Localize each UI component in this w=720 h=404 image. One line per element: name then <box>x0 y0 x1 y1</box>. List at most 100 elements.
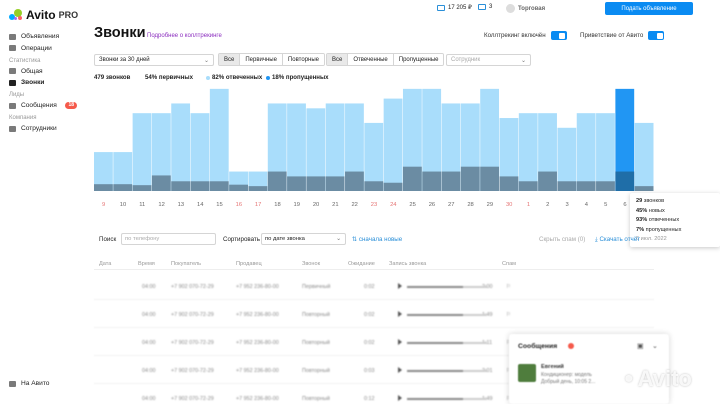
x-tick-label: 10 <box>120 202 126 208</box>
on-avito-label: На Авито <box>21 380 50 387</box>
phone-search-input[interactable]: по телефону <box>121 233 216 245</box>
segment-option[interactable]: Отвеченные <box>348 54 394 65</box>
notifications-widget[interactable]: 3 <box>478 4 492 10</box>
sort-select[interactable]: по дате звонка ⌄ <box>261 233 346 245</box>
bar-primary-calls <box>132 185 152 191</box>
avito-pro-logo[interactable]: Avito PRO <box>9 8 78 22</box>
play-icon[interactable] <box>398 311 402 317</box>
bar-total-calls[interactable] <box>190 113 210 191</box>
table-cell: +7 902 070-72-29 <box>171 340 214 346</box>
bar-primary-calls <box>422 171 442 191</box>
post-ad-button[interactable]: Подать объявление <box>605 2 693 15</box>
table-row[interactable]: 04:00 +7 902 070-72-29 +7 952 236-80-00 Пов… <box>94 300 654 328</box>
avito-logo-icon <box>9 9 23 21</box>
download-report-button[interactable]: ⤓ Скачать отчёт <box>595 236 640 244</box>
bar-total-calls[interactable] <box>576 113 596 191</box>
greeting-toggle[interactable] <box>648 31 665 40</box>
logo-pro: PRO <box>58 10 79 20</box>
avito-home-icon <box>9 380 16 387</box>
play-icon[interactable] <box>398 395 402 401</box>
sidebar: Avito PRO Объявления Операции Статистика Об… <box>0 0 82 404</box>
sort-order-toggle[interactable]: ⇅ сначала новые <box>352 236 402 243</box>
audio-progress[interactable] <box>407 286 487 288</box>
x-tick-label: 13 <box>178 202 184 208</box>
bar-total-calls[interactable] <box>209 88 229 191</box>
employee-select[interactable]: Сотрудник ⌄ <box>446 54 531 66</box>
calltracking-toggle[interactable] <box>550 31 567 40</box>
audio-progress[interactable] <box>407 370 487 372</box>
bar-primary-calls <box>518 181 538 191</box>
bar-total-calls[interactable] <box>518 113 538 191</box>
bar-primary-calls <box>634 186 654 191</box>
sort-label: Сортировать <box>223 236 260 243</box>
table-cell: +7 952 236-80-00 <box>236 312 279 318</box>
spam-flag-icon[interactable]: ⚐ <box>506 312 511 318</box>
sidebar-item-label: Сообщения <box>21 102 57 110</box>
segment-option[interactable]: Все <box>327 54 349 65</box>
play-icon[interactable] <box>398 367 402 373</box>
segment-option[interactable]: Пропущенные <box>393 54 444 65</box>
stat-answered: 82% отвеченных <box>206 74 262 81</box>
expand-icon[interactable]: ▣ <box>637 342 644 350</box>
column-header: Запись звонка <box>389 261 427 267</box>
spam-flag-icon[interactable]: ⚐ <box>506 284 511 290</box>
play-icon[interactable] <box>398 339 402 345</box>
segment-option[interactable]: Повторные <box>282 54 324 65</box>
on-avito-link[interactable]: На Авито <box>9 380 49 387</box>
x-tick-label: 15 <box>216 202 222 208</box>
sidebar-section-label: Статистика <box>9 57 41 64</box>
calltracking-info-link[interactable]: Подробнее о коллтрекинге <box>147 33 222 39</box>
sidebar-section-label: Лиды <box>9 92 25 98</box>
table-cell: Повторный <box>302 368 330 374</box>
bar-total-calls[interactable] <box>634 122 654 191</box>
table-cell: Повторный <box>302 312 330 318</box>
sidebar-item[interactable]: Объявления <box>9 31 83 43</box>
x-tick-label: 9 <box>102 202 105 208</box>
chevron-down-icon: ⌄ <box>520 58 526 64</box>
x-tick-label: 3 <box>565 202 568 208</box>
account-widget[interactable]: Торговая <box>506 4 545 13</box>
stat-total: 479 звонков <box>94 74 131 81</box>
bar-primary-calls <box>345 171 364 191</box>
x-tick-label: 14 <box>197 202 204 208</box>
table-cell: 04:00 <box>142 284 156 290</box>
hide-spam-button[interactable]: Скрыть спам (0) <box>539 236 585 243</box>
audio-progress[interactable] <box>407 398 487 400</box>
period-select[interactable]: Звонки за 30 дней ⌄ <box>94 54 214 66</box>
sidebar-item[interactable]: Общая <box>9 66 83 78</box>
x-tick-label: 29 <box>487 202 493 208</box>
bar-total-calls[interactable] <box>383 98 403 191</box>
play-icon[interactable] <box>398 283 402 289</box>
bar-primary-calls <box>364 181 384 191</box>
table-row[interactable]: 04:00 +7 902 070-72-29 +7 952 236-80-00 Пер… <box>94 272 654 300</box>
audio-progress[interactable] <box>407 314 487 316</box>
sidebar-item[interactable]: Сообщения 18 <box>9 100 83 112</box>
message-avatar <box>518 364 536 382</box>
sidebar-item[interactable]: Сотрудники <box>9 123 83 135</box>
x-tick-label: 5 <box>604 202 607 208</box>
column-header: Покупатель <box>171 261 202 267</box>
segment-option[interactable]: Все <box>219 54 241 65</box>
tooltip-calls: 29 звонков <box>636 198 665 204</box>
message-sender: Евгений <box>541 364 564 370</box>
balance-widget[interactable]: 17 205 ₽ <box>437 4 472 11</box>
chevron-down-icon[interactable]: ⌄ <box>652 342 658 350</box>
table-cell: 0:02 <box>364 340 375 346</box>
greeting-toggle-label: Приветствие от Авито <box>580 32 644 39</box>
x-tick-label: 24 <box>390 202 397 208</box>
x-tick-label: 2 <box>546 202 549 208</box>
segment-option[interactable]: Первичные <box>240 54 283 65</box>
bar-total-calls[interactable] <box>364 122 384 191</box>
call-type-segment: Все Первичные Повторные <box>218 53 325 66</box>
table-cell: +7 952 236-80-00 <box>236 340 279 346</box>
bar-total-calls[interactable] <box>596 113 615 191</box>
x-tick-label: 22 <box>351 202 357 208</box>
message-preview-2: Добрый день, 10:05 2... <box>541 379 596 385</box>
bar-total-calls[interactable] <box>171 103 191 191</box>
sidebar-item[interactable]: Операции <box>9 43 83 55</box>
table-cell: Повторный <box>302 396 330 402</box>
audio-progress[interactable] <box>407 342 487 344</box>
x-tick-label: 18 <box>274 202 280 208</box>
sidebar-item[interactable]: Звонки <box>9 77 83 89</box>
bar-total-calls[interactable] <box>132 113 152 191</box>
